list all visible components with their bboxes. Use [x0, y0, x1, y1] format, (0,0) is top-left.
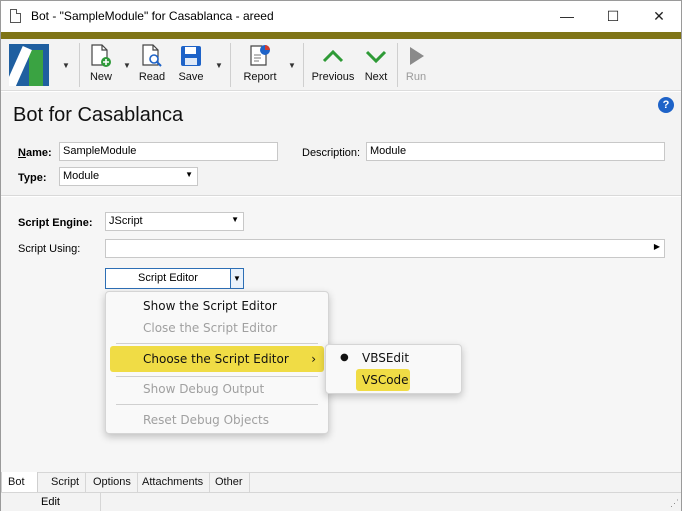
window-title: Bot - "SampleModule" for Casablanca - ar… — [31, 9, 274, 23]
read-document-icon — [139, 43, 165, 69]
toolbar-separator — [303, 43, 304, 87]
menu-separator — [116, 343, 318, 344]
tab-bar: Bot Script Options Attachments Other — [1, 472, 681, 493]
chevron-down-icon: ▼ — [185, 170, 193, 179]
submenu-item-vbsedit-label: VBSEdit — [362, 351, 410, 365]
up-chevron-icon — [320, 43, 346, 69]
help-icon[interactable]: ? — [658, 97, 674, 113]
report-dropdown-caret-icon[interactable]: ▼ — [288, 61, 296, 70]
title-bar: Bot - "SampleModule" for Casablanca - ar… — [1, 1, 681, 31]
choose-editor-submenu: ● VBSEdit VSCode — [325, 344, 462, 394]
record-header: Bot for Casablanca ? Name: SampleModule … — [1, 92, 681, 196]
description-field[interactable]: Module — [366, 142, 665, 161]
script-panel: Script Engine: JScript ▼ Script Using: ▶ — [1, 197, 681, 472]
read-label: Read — [138, 71, 166, 83]
chevron-right-icon: ▶ — [653, 242, 660, 251]
submenu-item-vbsedit[interactable]: ● VBSEdit — [330, 347, 456, 369]
toolbar-separator — [79, 43, 80, 87]
description-label: Description: — [302, 147, 361, 159]
status-mode: Edit — [1, 493, 101, 511]
accent-bar — [1, 32, 681, 39]
script-editor-button-label: Script Editor — [138, 272, 198, 284]
minimize-button[interactable]: — — [544, 1, 590, 31]
save-button[interactable]: Save — [177, 43, 205, 87]
save-dropdown-caret-icon[interactable]: ▼ — [215, 61, 223, 70]
next-label: Next — [364, 71, 388, 83]
save-disk-icon — [178, 43, 204, 69]
page-title: Bot for Casablanca — [13, 104, 184, 126]
radio-bullet-icon: ● — [340, 352, 349, 363]
chevron-down-icon[interactable]: ▼ — [230, 269, 243, 288]
tab-options[interactable]: Options — [87, 473, 138, 493]
run-label: Run — [405, 71, 427, 83]
type-select-value: Module — [63, 170, 100, 182]
maximize-button[interactable]: ☐ — [590, 1, 636, 31]
new-document-icon — [88, 43, 114, 69]
script-engine-select[interactable]: JScript ▼ — [105, 212, 244, 231]
resize-grip-icon[interactable]: ⋰ — [670, 498, 679, 509]
new-dropdown-caret-icon[interactable]: ▼ — [123, 61, 131, 70]
script-editor-split-button[interactable]: Script Editor ▼ — [105, 268, 244, 289]
menu-item-choose-script-editor[interactable]: Choose the Script Editor › — [110, 346, 324, 372]
read-button[interactable]: Read — [137, 43, 167, 87]
script-editor-menu: Show the Script Editor Close the Script … — [105, 291, 329, 434]
report-icon — [247, 43, 273, 69]
menu-item-show-debug-output[interactable]: Show Debug Output — [110, 376, 324, 402]
script-using-label: Script Using: — [18, 243, 81, 255]
script-engine-value: JScript — [109, 215, 143, 227]
previous-label: Previous — [311, 71, 355, 83]
menu-item-close-script-editor[interactable]: Close the Script Editor — [110, 315, 324, 341]
main-window: Bot - "SampleModule" for Casablanca - ar… — [0, 0, 682, 511]
toolbar-separator — [230, 43, 231, 87]
previous-button[interactable]: Previous — [310, 43, 356, 87]
down-chevron-icon — [363, 43, 389, 69]
report-label: Report — [243, 71, 277, 83]
script-using-field[interactable]: ▶ — [105, 239, 665, 258]
play-icon — [403, 43, 429, 69]
script-engine-label: Script Engine: — [18, 217, 93, 229]
save-label: Save — [178, 71, 204, 83]
next-button[interactable]: Next — [362, 43, 390, 87]
chevron-right-icon: › — [311, 352, 316, 366]
menu-item-reset-debug-objects[interactable]: Reset Debug Objects — [110, 407, 324, 433]
name-field[interactable]: SampleModule — [59, 142, 278, 161]
report-button[interactable]: Report — [241, 43, 279, 87]
menu-item-choose-label: Choose the Script Editor — [143, 352, 289, 366]
tab-other[interactable]: Other — [209, 473, 250, 493]
logo-dropdown-caret-icon[interactable]: ▼ — [62, 61, 70, 70]
chevron-down-icon: ▼ — [231, 215, 239, 224]
close-button[interactable]: ✕ — [636, 1, 682, 31]
new-button[interactable]: New — [87, 43, 115, 87]
app-logo-icon[interactable] — [9, 44, 49, 86]
toolbar: ▼ New ▼ Read Save ▼ Report ▼ Previous Ne… — [1, 39, 681, 91]
tab-bot[interactable]: Bot — [1, 472, 38, 493]
name-label: Name: — [18, 147, 52, 159]
menu-separator — [116, 404, 318, 405]
run-button[interactable]: Run — [403, 43, 429, 87]
tab-attachments[interactable]: Attachments — [136, 473, 211, 493]
toolbar-separator — [397, 43, 398, 87]
document-icon — [10, 9, 21, 23]
status-bar: Edit ⋰ — [1, 492, 681, 511]
new-label: New — [89, 71, 112, 83]
type-select[interactable]: Module ▼ — [59, 167, 198, 186]
type-label: Type: — [18, 172, 47, 184]
tab-script[interactable]: Script — [45, 473, 87, 493]
submenu-item-vscode[interactable]: VSCode — [356, 369, 410, 391]
